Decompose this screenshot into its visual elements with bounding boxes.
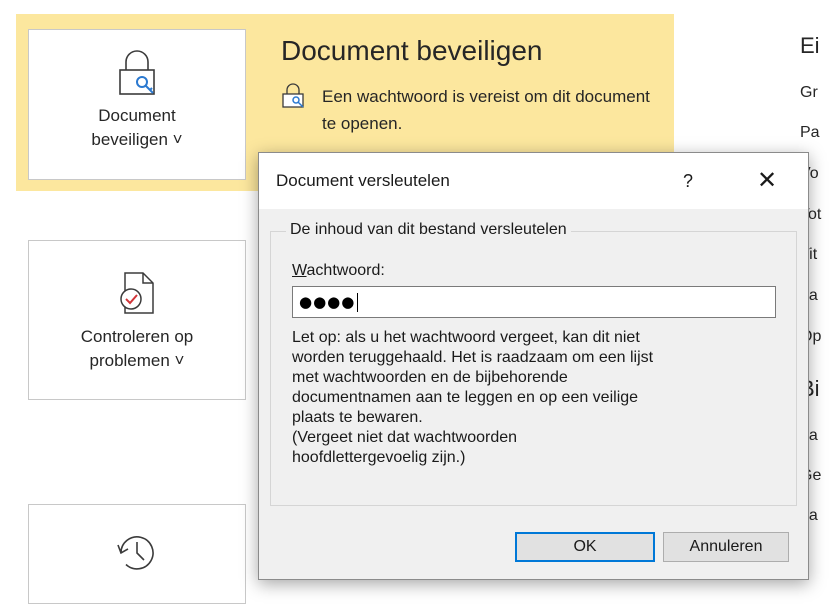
- protect-document-label-2: beveiligen ˅: [91, 130, 183, 149]
- password-label-text: achtwoord:: [306, 262, 385, 279]
- protect-document-button[interactable]: Document beveiligen ˅: [28, 29, 246, 180]
- dialog-titlebar[interactable]: Document versleutelen ? ✕: [259, 153, 808, 209]
- protect-section-description: Een wachtwoord is vereist om dit documen…: [322, 87, 650, 133]
- encrypt-contents-group: De inhoud van dit bestand versleutelen W…: [270, 221, 797, 506]
- lock-key-icon: [29, 48, 245, 98]
- password-input[interactable]: ●●●●: [292, 286, 776, 318]
- property-row: Pa: [800, 124, 820, 141]
- group-title: De inhoud van dit bestand versleutelen: [286, 221, 571, 239]
- cancel-button[interactable]: Annuleren: [663, 532, 789, 562]
- dialog-title: Document versleutelen: [276, 171, 450, 190]
- warning-line: Let op: als u het wachtwoord vergeet, ka…: [292, 329, 640, 346]
- ok-button[interactable]: OK: [515, 532, 655, 562]
- inspect-document-button[interactable]: Controleren op problemen ˅: [28, 240, 246, 400]
- password-label: Wachtwoord:: [292, 262, 385, 280]
- properties-heading: Ei: [800, 33, 820, 58]
- encrypt-document-dialog: Document versleutelen ? ✕ De inhoud van …: [258, 152, 809, 580]
- property-row: Gr: [800, 84, 818, 101]
- password-warning: Let op: als u het wachtwoord vergeet, ka…: [292, 328, 782, 468]
- warning-line: worden teruggehaald. Het is raadzaam om …: [292, 349, 654, 366]
- version-history-button[interactable]: [28, 504, 246, 604]
- lock-key-small-icon: [281, 83, 305, 114]
- help-button[interactable]: ?: [673, 167, 703, 195]
- password-label-accesskey: W: [292, 262, 307, 279]
- inspect-document-label-2: problemen ˅: [89, 351, 185, 370]
- inspect-document-label-1: Controleren op: [80, 327, 194, 346]
- warning-line: documentnamen aan te leggen en op een ve…: [292, 389, 639, 406]
- warning-line: (Vergeet niet dat wachtwoorden: [292, 429, 518, 446]
- warning-line: met wachtwoorden en de bijbehorende: [292, 369, 568, 386]
- text-caret: [357, 293, 359, 312]
- history-icon: [29, 531, 245, 575]
- password-value: ●●●●: [299, 293, 356, 311]
- protect-document-label-1: Document: [98, 106, 176, 125]
- document-check-icon: [29, 271, 245, 315]
- warning-line: hoofdlettergevoelig zijn.): [292, 449, 466, 466]
- close-icon[interactable]: ✕: [749, 165, 785, 197]
- protect-section-title: Document beveiligen: [281, 35, 543, 66]
- warning-line: plaats te bewaren.: [292, 409, 423, 426]
